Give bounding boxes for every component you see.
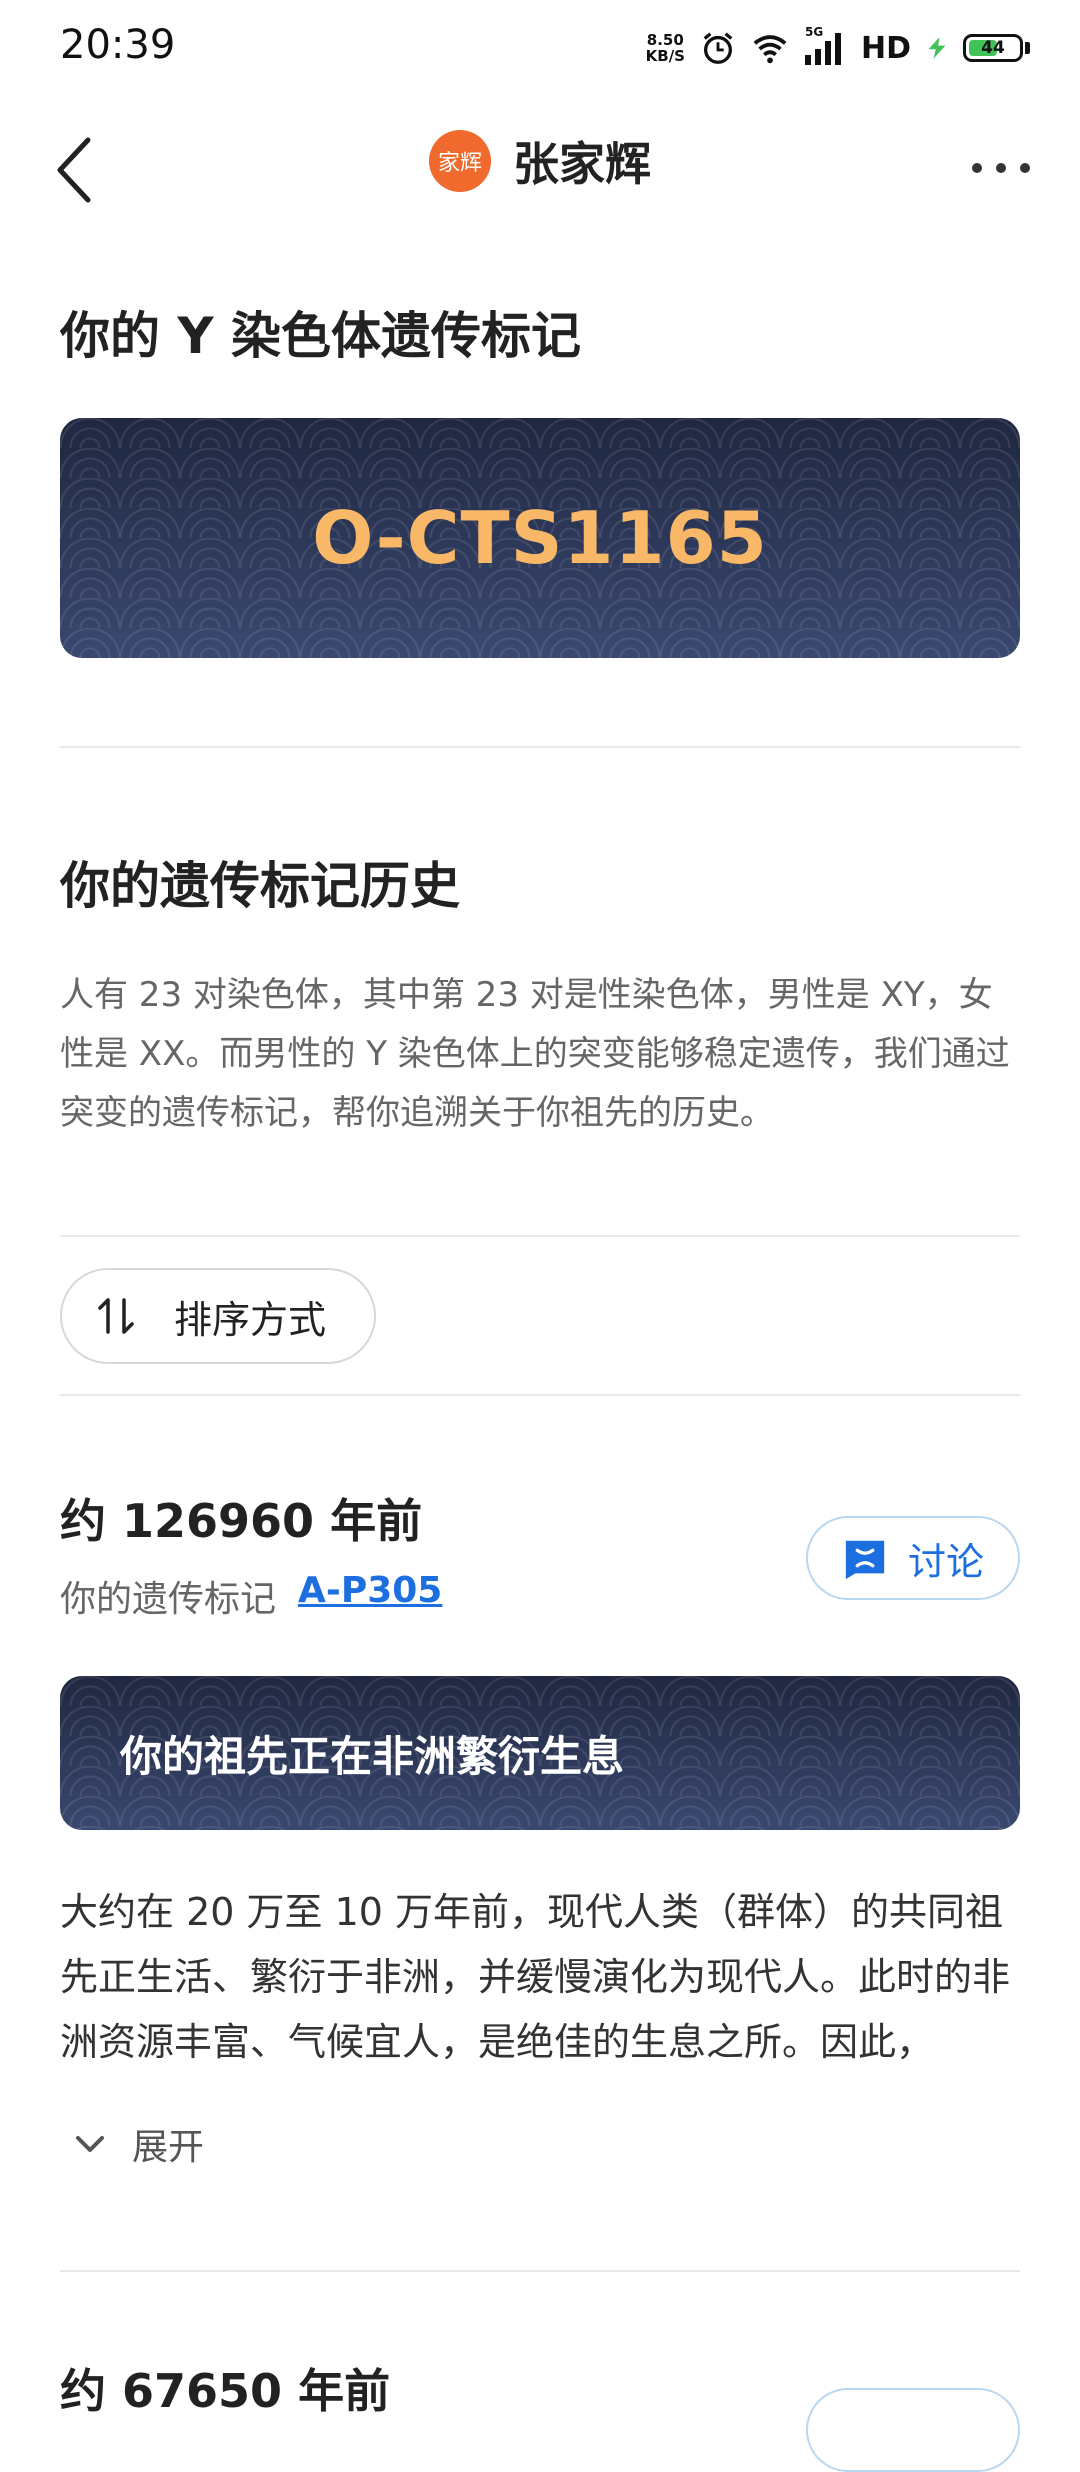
divider	[60, 1235, 1020, 1237]
story-banner: 你的祖先正在非洲繁衍生息	[60, 1676, 1020, 1830]
more-dot-icon	[1020, 163, 1030, 173]
y-marker-value: O-CTS1165	[312, 496, 768, 580]
brand-logo: 家辉	[429, 130, 491, 192]
hd-label: HD	[860, 30, 911, 66]
status-time: 20:39	[60, 22, 176, 68]
status-icons: 8.50 KB/S 5G HD 44	[646, 25, 1030, 70]
sort-icon	[98, 1298, 134, 1334]
discuss-button[interactable]	[806, 2388, 1020, 2472]
expand-label: 展开	[132, 2127, 205, 2168]
divider	[60, 1394, 1020, 1396]
expand-button[interactable]: 展开	[70, 2118, 204, 2170]
divider	[60, 746, 1020, 748]
network-speed: 8.50 KB/S	[646, 32, 685, 64]
battery-icon: 44	[963, 34, 1023, 62]
header: 家辉 张家辉	[0, 128, 1080, 194]
sort-label: 排序方式	[174, 1297, 327, 1342]
y-marker-heading: 你的 Y 染色体遗传标记	[60, 307, 582, 365]
more-dot-icon	[996, 163, 1006, 173]
discuss-button[interactable]: 讨论	[806, 1516, 1020, 1600]
sort-button[interactable]: 排序方式	[60, 1268, 376, 1364]
discuss-label: 讨论	[907, 1539, 984, 1584]
battery-tip	[1025, 42, 1030, 54]
y-marker-banner: O-CTS1165	[60, 418, 1020, 658]
alarm-icon	[703, 32, 733, 64]
entry-marker-link[interactable]: A-P305	[298, 1570, 442, 1622]
charging-icon	[928, 37, 946, 59]
history-heading: 你的遗传标记历史	[60, 857, 460, 915]
chevron-down-icon	[76, 2136, 104, 2152]
entry-time: 约 126960 年前	[60, 1494, 423, 1548]
entry-marker-prefix: 你的遗传标记	[60, 1579, 277, 1620]
entry-time: 约 67650 年前	[60, 2364, 391, 2418]
network-speed-value: 8.50	[646, 31, 684, 49]
entry-marker-line: 你的遗传标记 A-P305	[60, 1570, 442, 1622]
more-button[interactable]	[966, 150, 1036, 186]
wifi-icon	[753, 35, 787, 64]
page-title: 张家辉	[513, 137, 651, 191]
history-description: 人有 23 对染色体，其中第 23 对是性染色体，男性是 XY，女性是 XX。而…	[60, 975, 1010, 1133]
divider	[60, 2270, 1020, 2272]
network-speed-unit: KB/S	[645, 47, 685, 65]
story-title: 你的祖先正在非洲繁衍生息	[120, 1731, 625, 1781]
story-text: 大约在 20 万至 10 万年前，现代人类（群体）的共同祖先正生活、繁衍于非洲，…	[60, 1890, 1011, 2064]
more-dot-icon	[972, 163, 982, 173]
signal-icon: 5G	[803, 25, 847, 67]
battery-level: 44	[981, 38, 1005, 58]
chat-icon	[845, 1540, 885, 1580]
